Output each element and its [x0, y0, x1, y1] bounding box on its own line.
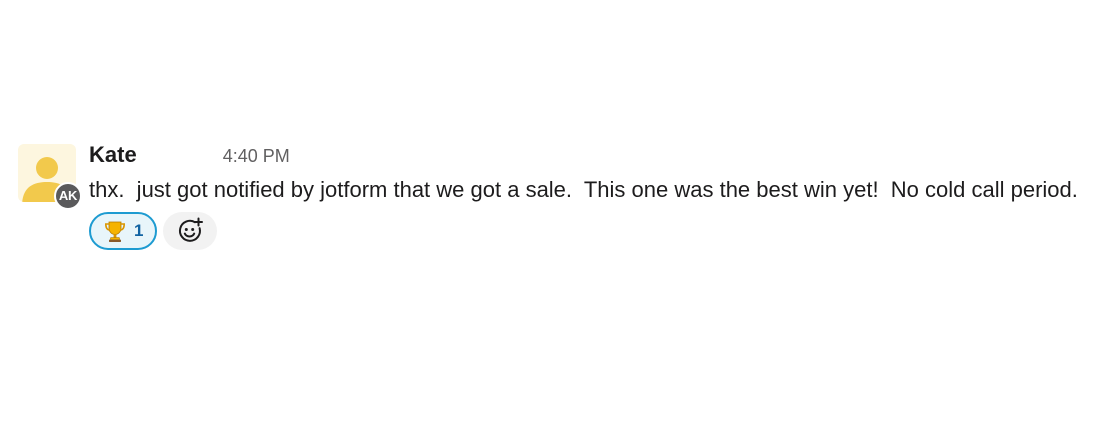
- reaction-trophy[interactable]: 1: [89, 212, 158, 250]
- avatar-group[interactable]: AK: [18, 140, 82, 210]
- message: AK Kate 4:40 PM thx. just got notified b…: [18, 140, 1108, 250]
- sender-name[interactable]: Kate: [89, 142, 137, 168]
- initials-badge: AK: [54, 182, 82, 210]
- message-content: Kate 4:40 PM thx. just got notified by j…: [89, 140, 1108, 250]
- reaction-count: 1: [134, 221, 144, 240]
- message-header: Kate 4:40 PM: [89, 142, 1108, 176]
- add-emoji-icon: [179, 217, 204, 242]
- trophy-icon: [104, 221, 126, 242]
- add-reaction-button[interactable]: [163, 212, 218, 250]
- reactions-bar: 1: [89, 212, 1108, 250]
- timestamp[interactable]: 4:40 PM: [223, 146, 290, 167]
- message-text: thx. just got notified by jotform that w…: [89, 177, 1078, 202]
